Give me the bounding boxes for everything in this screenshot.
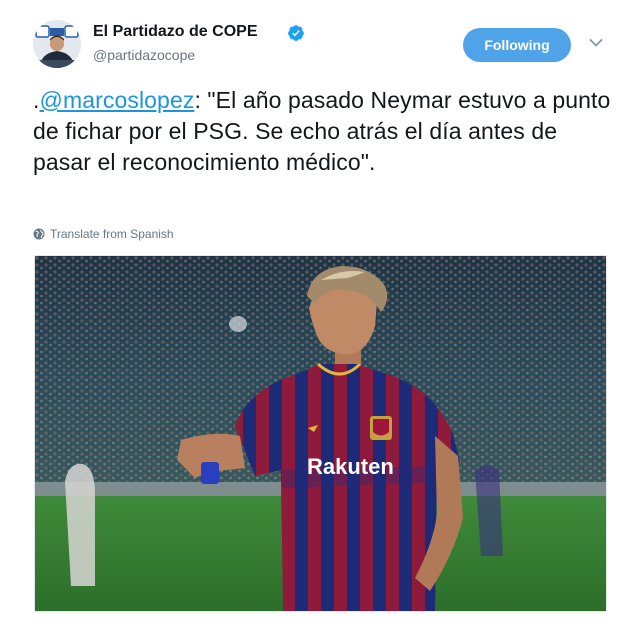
- photo-image: Rakuten: [35, 256, 606, 611]
- verified-badge-icon: [288, 25, 304, 41]
- chevron-down-icon[interactable]: [589, 38, 603, 48]
- translate-link[interactable]: Translate from Spanish: [33, 227, 174, 241]
- display-name[interactable]: El Partidazo de COPE: [93, 23, 257, 41]
- following-button[interactable]: Following: [463, 28, 571, 62]
- avatar[interactable]: [33, 20, 81, 68]
- globe-icon: [33, 228, 45, 240]
- tweet-photo[interactable]: Rakuten: [34, 255, 607, 612]
- avatar-image: [33, 20, 81, 68]
- tweet-text: .@marcoslopez: "El año pasado Neymar est…: [33, 85, 613, 178]
- translate-label: Translate from Spanish: [50, 227, 174, 241]
- username[interactable]: @partidazocope: [93, 47, 195, 63]
- shirt-sponsor: Rakuten: [307, 454, 394, 479]
- tweet-header: El Partidazo de COPE @partidazocope Foll…: [33, 20, 613, 72]
- mention-link[interactable]: @marcoslopez: [40, 87, 195, 113]
